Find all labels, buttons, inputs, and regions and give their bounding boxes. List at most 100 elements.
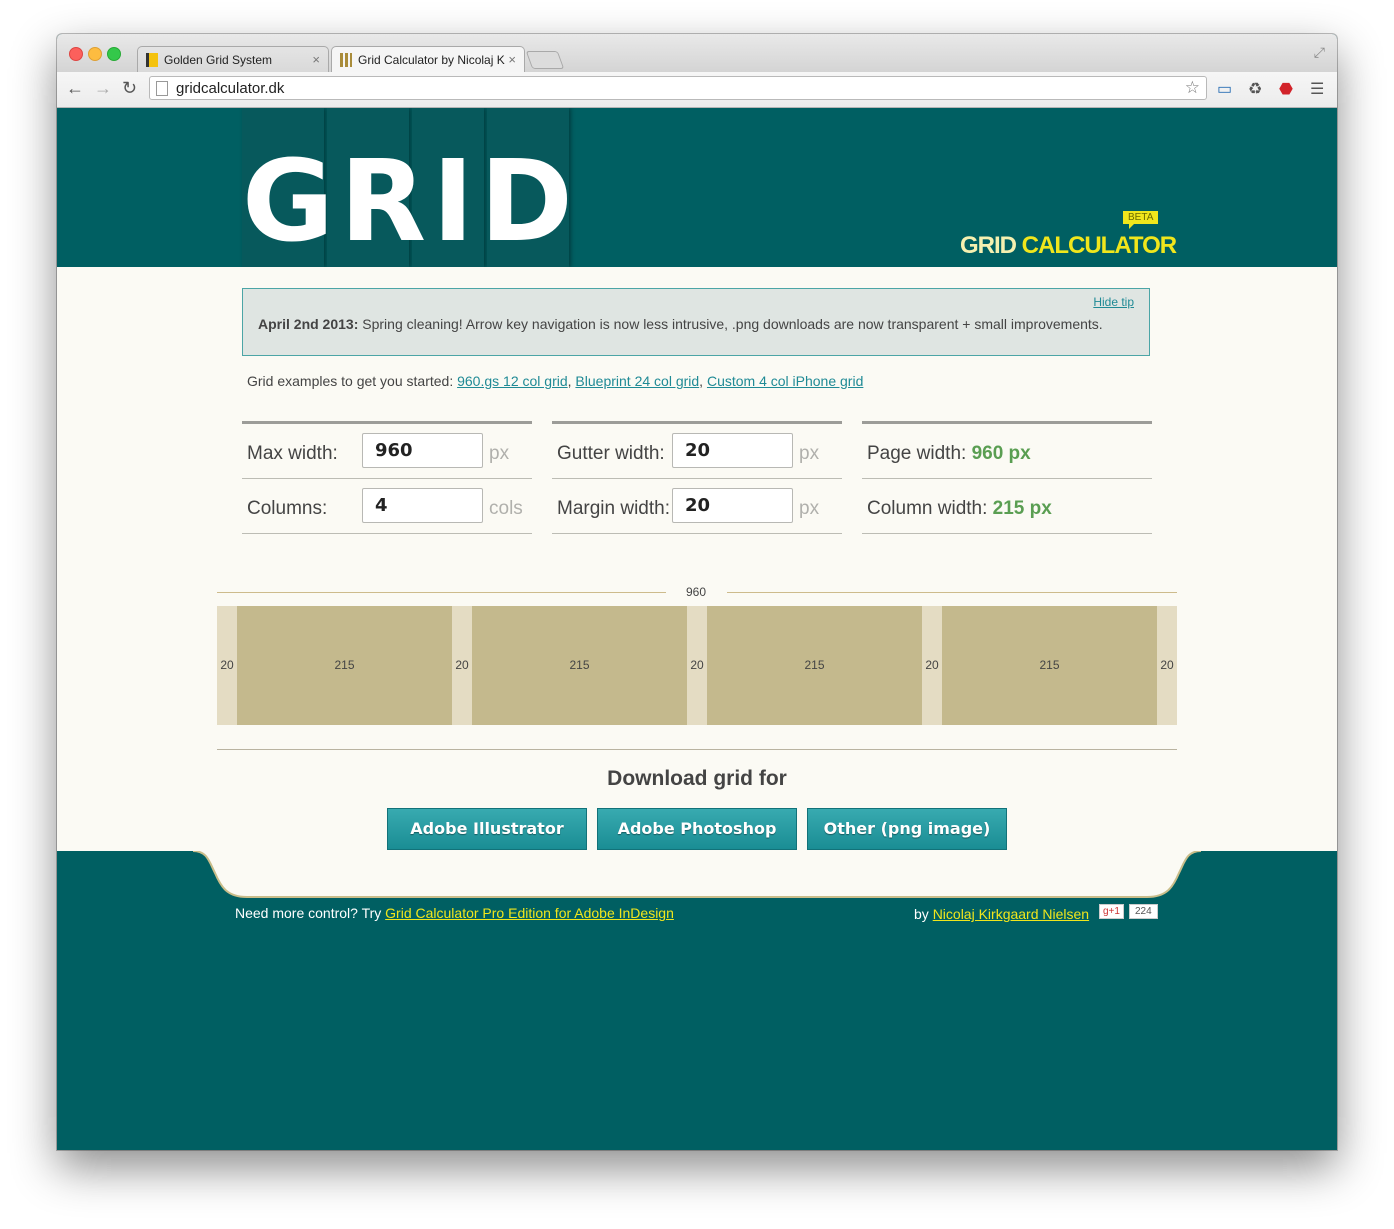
max-width-row: Max width: 960 px <box>242 424 532 479</box>
margin-label: 20 <box>1160 658 1174 672</box>
tip-message: Spring cleaning! Arrow key navigation is… <box>358 316 1103 332</box>
new-tab-button[interactable] <box>525 51 565 69</box>
screen-capture-icon[interactable]: ▭ <box>1217 79 1232 99</box>
column-label: 215 <box>334 658 355 672</box>
grid-logo: GRID <box>242 108 573 267</box>
max-width-input[interactable]: 960 <box>362 433 483 468</box>
gutter-label: 20 <box>690 658 704 672</box>
minimize-window-button[interactable] <box>88 47 102 61</box>
adblock-icon[interactable]: ⬣ <box>1279 79 1293 99</box>
width-columns-fields: Max width: 960 px Columns: 4 cols <box>242 421 532 534</box>
total-width-label: 960 <box>686 585 707 599</box>
logo-word: GRID <box>242 137 579 267</box>
page-width-value: 960 px <box>971 443 1031 464</box>
browser-toolbar: ← → ↻ gridcalculator.dk ☆ ▭ ♻ ⬣ ☰ <box>57 72 1337 108</box>
zoom-window-button[interactable] <box>107 47 121 61</box>
result-fields: Page width: 960 px Column width: 215 px <box>862 421 1152 534</box>
tab-title: Golden Grid System <box>164 53 273 67</box>
download-illustrator-button[interactable]: Adobe Illustrator <box>387 808 587 850</box>
brand-title[interactable]: GRID CALCULATOR <box>960 232 1177 260</box>
by-text: by <box>914 906 933 922</box>
forward-icon[interactable]: → <box>94 78 112 99</box>
footer-more-control: Need more control? Try Grid Calculator P… <box>235 905 674 921</box>
recycle-icon[interactable]: ♻ <box>1248 79 1262 99</box>
menu-icon[interactable]: ☰ <box>1310 79 1324 99</box>
fullscreen-icon[interactable]: ⤢ <box>1314 44 1325 61</box>
grid-bars: 20 215 20 215 20 215 20 215 20 <box>217 606 1177 725</box>
column-width-label: Column width: <box>867 498 993 519</box>
main-content: Hide tip April 2nd 2013: Spring cleaning… <box>57 267 1337 851</box>
bookmark-star-icon[interactable]: ☆ <box>1185 78 1200 98</box>
author-link[interactable]: Nicolaj Kirkgaard Nielsen <box>933 906 1089 922</box>
browser-window: Golden Grid System × Grid Calculator by … <box>57 34 1337 1150</box>
gutter-width-row: Gutter width: 20 px <box>552 424 842 479</box>
column-width-value: 215 px <box>992 498 1052 519</box>
page-width-row: Page width: 960 px <box>862 424 1152 479</box>
gutter-margin-fields: Gutter width: 20 px Margin width: 20 px <box>552 421 842 534</box>
pro-edition-link[interactable]: Grid Calculator Pro Edition for Adobe In… <box>385 905 674 921</box>
grid-calculator-favicon-icon <box>340 53 352 67</box>
web-page: GRID BETA GRID CALCULATOR Hide tip April… <box>57 108 1337 1150</box>
column-label: 215 <box>1039 658 1060 672</box>
margin-width-row: Margin width: 20 px <box>552 479 842 534</box>
address-bar[interactable]: gridcalculator.dk ☆ <box>149 76 1207 100</box>
hide-tip-link[interactable]: Hide tip <box>1093 295 1134 309</box>
reload-icon[interactable]: ↻ <box>122 78 137 99</box>
download-photoshop-button[interactable]: Adobe Photoshop <box>597 808 797 850</box>
columns-input[interactable]: 4 <box>362 488 483 523</box>
margin-width-input[interactable]: 20 <box>672 488 793 523</box>
footer-curve <box>57 851 1337 898</box>
download-title: Download grid for <box>607 767 787 790</box>
page-width-label: Page width: <box>867 443 972 464</box>
tip-box: Hide tip April 2nd 2013: Spring cleaning… <box>242 288 1150 356</box>
example-link-960gs[interactable]: 960.gs 12 col grid <box>457 373 568 389</box>
example-link-blueprint[interactable]: Blueprint 24 col grid <box>575 373 699 389</box>
columns-row: Columns: 4 cols <box>242 479 532 534</box>
grid-examples: Grid examples to get you started: 960.gs… <box>247 373 864 389</box>
column-label: 215 <box>569 658 590 672</box>
tab-strip: Golden Grid System × Grid Calculator by … <box>57 34 1337 72</box>
gutter-width-input[interactable]: 20 <box>672 433 793 468</box>
margin-width-label: Margin width: <box>557 498 670 519</box>
column-width-row: Column width: 215 px <box>862 479 1152 534</box>
gutter-label: 20 <box>455 658 469 672</box>
footer-author: by Nicolaj Kirkgaard Nielsen <box>914 906 1089 922</box>
column-label: 215 <box>804 658 825 672</box>
site-footer: Need more control? Try Grid Calculator P… <box>57 851 1337 1150</box>
download-png-button[interactable]: Other (png image) <box>807 808 1007 850</box>
tip-text: April 2nd 2013: Spring cleaning! Arrow k… <box>258 316 1103 332</box>
back-icon[interactable]: ← <box>66 78 84 99</box>
columns-label: Columns: <box>247 498 328 519</box>
tip-date: April 2nd 2013: <box>258 316 359 332</box>
total-width-line <box>217 592 666 593</box>
close-tab-icon[interactable]: × <box>508 52 516 67</box>
google-plus-count: 224 <box>1129 904 1158 919</box>
columns-unit: cols <box>489 498 523 519</box>
close-window-button[interactable] <box>69 47 83 61</box>
total-width-line <box>727 592 1177 593</box>
beta-badge: BETA <box>1123 211 1159 229</box>
examples-intro: Grid examples to get you started: <box>247 373 458 389</box>
margin-label: 20 <box>220 658 234 672</box>
example-link-iphone[interactable]: Custom 4 col iPhone grid <box>707 373 863 389</box>
tab-title: Grid Calculator by Nicolaj K <box>358 53 505 67</box>
margin-width-unit: px <box>799 498 820 519</box>
brand-part-1: GRID <box>960 232 1017 259</box>
tab-grid-calculator[interactable]: Grid Calculator by Nicolaj K × <box>331 46 525 72</box>
max-width-unit: px <box>489 443 510 464</box>
column-width-result: Column width: 215 px <box>867 498 1052 520</box>
more-control-text: Need more control? Try <box>235 905 386 921</box>
brand-part-2: CALCULATOR <box>1021 232 1177 259</box>
gutter-width-label: Gutter width: <box>557 443 665 464</box>
tab-golden-grid[interactable]: Golden Grid System × <box>137 46 329 72</box>
google-plus-button[interactable]: g+1 <box>1099 904 1124 919</box>
page-width-result: Page width: 960 px <box>867 443 1031 465</box>
max-width-label: Max width: <box>247 443 338 464</box>
gutter-label: 20 <box>925 658 939 672</box>
divider <box>217 749 1177 750</box>
url-text[interactable]: gridcalculator.dk <box>176 80 284 97</box>
site-header: GRID BETA GRID CALCULATOR <box>57 108 1337 267</box>
close-tab-icon[interactable]: × <box>312 52 320 67</box>
gutter-width-unit: px <box>799 443 820 464</box>
page-icon <box>156 81 168 96</box>
